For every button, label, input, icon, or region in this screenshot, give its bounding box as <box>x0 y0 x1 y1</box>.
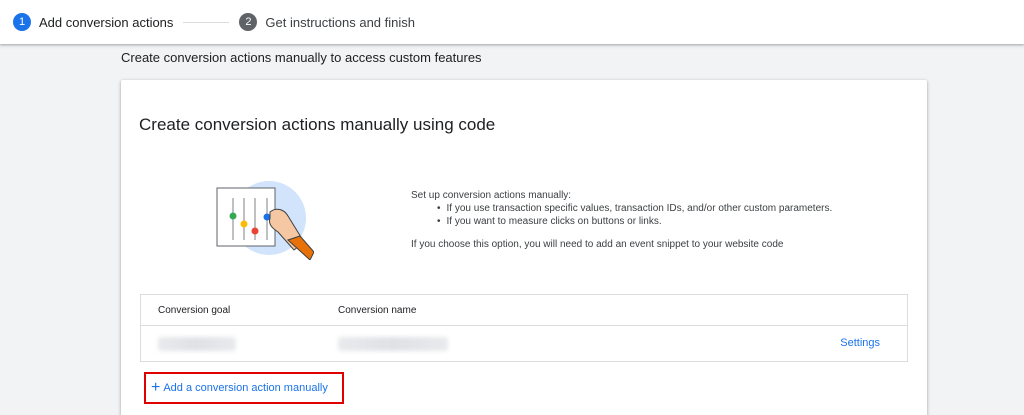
page-heading: Create conversion actions manually to ac… <box>121 50 482 65</box>
step-connector <box>183 21 230 23</box>
stepper: 1 Add conversion actions 2 Get instructi… <box>0 0 1024 44</box>
step-2[interactable]: 2 Get instructions and finish <box>239 13 415 31</box>
add-conversion-action-label: Add a conversion action manually <box>163 382 328 394</box>
plus-icon: + <box>151 379 161 396</box>
table-header: Conversion goal Conversion name <box>141 295 907 326</box>
card-title: Create conversion actions manually using… <box>139 115 496 134</box>
step-1[interactable]: 1 Add conversion actions <box>13 13 173 31</box>
instructions-text: Set up conversion actions manually: If y… <box>411 189 891 251</box>
instructions-intro: Set up conversion actions manually: <box>411 190 572 201</box>
step-1-number: 1 <box>13 13 31 31</box>
instructions-list: If you use transaction specific values, … <box>437 202 891 228</box>
settings-link[interactable]: Settings <box>840 337 880 349</box>
conversion-table: Conversion goal Conversion name Settings <box>140 294 908 362</box>
manual-conversion-card: Create conversion actions manually using… <box>121 80 927 415</box>
add-conversion-action-button[interactable]: + Add a conversion action manually <box>144 372 344 404</box>
step-2-label: Get instructions and finish <box>265 14 415 30</box>
table-row: Settings <box>141 326 907 362</box>
step-2-number: 2 <box>239 13 258 31</box>
conversion-goal-cell-redacted <box>158 337 236 351</box>
instructions-bullet: If you use transaction specific values, … <box>437 202 891 215</box>
conversion-name-cell-redacted <box>338 337 448 351</box>
instructions-bullet: If you want to measure clicks on buttons… <box>437 215 891 228</box>
column-header-conversion-name: Conversion name <box>338 305 417 316</box>
instructions-note: If you choose this option, you will need… <box>411 239 784 250</box>
step-1-label: Add conversion actions <box>39 14 174 30</box>
column-header-conversion-goal: Conversion goal <box>158 305 231 316</box>
equalizer-hand-illustration <box>216 181 314 260</box>
